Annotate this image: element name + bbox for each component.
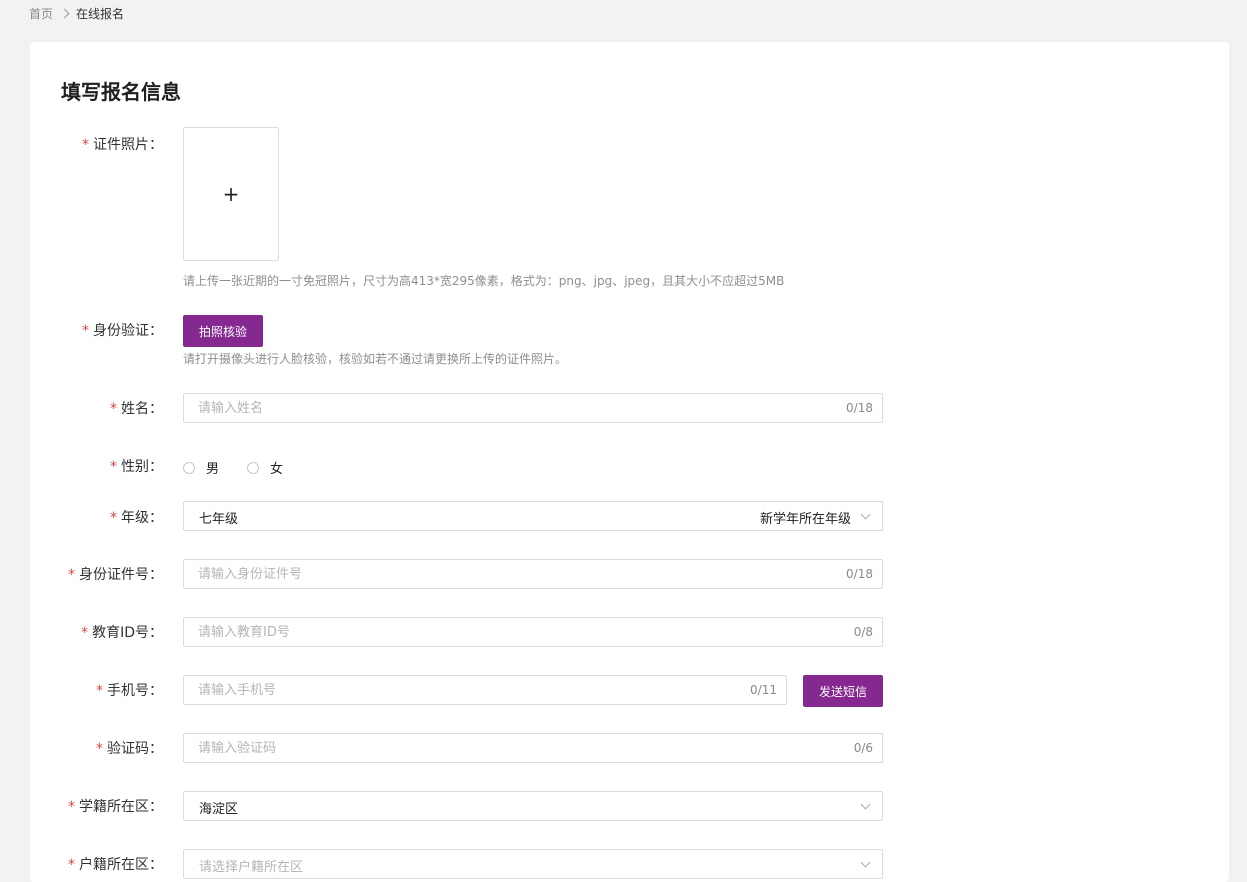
code-label: * 验证码： xyxy=(96,738,163,758)
gender-radio-group: 男 女 xyxy=(183,458,311,477)
photo-verify-button[interactable]: 拍照核验 xyxy=(183,315,263,347)
chevron-down-icon xyxy=(860,857,871,868)
edu-id-label: * 教育ID号： xyxy=(81,622,163,642)
send-sms-button[interactable]: 发送短信 xyxy=(803,675,883,707)
name-field: 0/18 xyxy=(183,393,883,423)
grade-select[interactable]: 七年级 新学年所在年级 xyxy=(183,501,883,531)
id-number-label: * 身份证件号： xyxy=(68,564,163,584)
photo-hint: 请上传一张近期的一寸免冠照片，尺寸为高413*宽295像素，格式为：png、jp… xyxy=(183,274,785,288)
form-card: 填写报名信息 * 证件照片： + 请上传一张近期的一寸免冠照片，尺寸为高413*宽… xyxy=(30,42,1229,882)
gender-option-label: 女 xyxy=(270,462,284,477)
radio-circle-icon xyxy=(183,461,195,474)
gender-label: * 性别： xyxy=(110,456,163,476)
chevron-right-icon xyxy=(59,8,70,18)
gender-option-label: 男 xyxy=(206,462,220,477)
required-mark: * xyxy=(82,323,89,339)
school-district-label-text: 学籍所在区： xyxy=(79,799,163,815)
identity-label-text: 身份验证： xyxy=(93,323,163,339)
edu-id-label-text: 教育ID号： xyxy=(92,625,163,641)
required-mark: * xyxy=(82,137,89,153)
id-number-label-text: 身份证件号： xyxy=(79,567,163,583)
name-label-text: 姓名： xyxy=(121,401,163,417)
required-mark: * xyxy=(96,741,103,757)
edu-id-field: 0/8 xyxy=(183,617,883,647)
code-input[interactable] xyxy=(198,734,816,762)
radio-circle-icon xyxy=(247,461,260,474)
name-input[interactable] xyxy=(198,394,816,422)
school-district-label: * 学籍所在区： xyxy=(68,796,163,816)
phone-field: 0/11 xyxy=(183,675,787,705)
identity-label: * 身份验证： xyxy=(82,320,163,340)
household-district-label: * 户籍所在区： xyxy=(68,854,163,874)
school-district-value: 海淀区 xyxy=(199,802,239,817)
edu-id-counter: 0/8 xyxy=(853,625,873,639)
school-district-select[interactable]: 海淀区 xyxy=(183,791,883,821)
required-mark: * xyxy=(110,401,117,417)
breadcrumb-current: 在线报名 xyxy=(76,6,125,21)
required-mark: * xyxy=(68,857,75,873)
photo-label-text: 证件照片： xyxy=(93,137,163,153)
id-number-input[interactable] xyxy=(198,560,816,588)
phone-label-text: 手机号： xyxy=(107,683,163,699)
chevron-down-icon xyxy=(860,799,871,810)
photo-label: * 证件照片： xyxy=(82,134,163,154)
id-number-counter: 0/18 xyxy=(846,567,873,581)
phone-label: * 手机号： xyxy=(96,680,163,700)
code-label-text: 验证码： xyxy=(107,741,163,757)
breadcrumb-home-link[interactable]: 首页 xyxy=(29,5,53,22)
household-district-select[interactable]: 请选择户籍所在区 xyxy=(183,849,883,879)
code-field: 0/6 xyxy=(183,733,883,763)
grade-value: 七年级 xyxy=(199,512,239,527)
household-district-placeholder: 请选择户籍所在区 xyxy=(199,860,304,875)
page-title: 填写报名信息 xyxy=(61,80,181,104)
required-mark: * xyxy=(96,683,103,699)
edu-id-input[interactable] xyxy=(198,618,816,646)
plus-icon: + xyxy=(222,182,240,206)
identity-hint: 请打开摄像头进行人脸核验，核验如若不通过请更换所上传的证件照片。 xyxy=(183,352,568,366)
required-mark: * xyxy=(68,567,75,583)
required-mark: * xyxy=(68,799,75,815)
required-mark: * xyxy=(110,510,117,526)
phone-input[interactable] xyxy=(198,676,720,704)
chevron-down-icon xyxy=(860,509,871,520)
photo-upload-box[interactable]: + xyxy=(183,127,279,261)
required-mark: * xyxy=(110,459,117,475)
grade-label-text: 年级： xyxy=(121,510,163,526)
grade-note: 新学年所在年级 xyxy=(759,512,851,527)
code-counter: 0/6 xyxy=(853,741,873,755)
name-counter: 0/18 xyxy=(846,401,873,415)
name-label: * 姓名： xyxy=(110,398,163,418)
breadcrumb: 首页 在线报名 xyxy=(29,4,124,22)
gender-option-female[interactable]: 女 xyxy=(247,458,283,477)
id-number-field: 0/18 xyxy=(183,559,883,589)
gender-label-text: 性别： xyxy=(121,459,163,475)
household-district-label-text: 户籍所在区： xyxy=(79,857,163,873)
grade-label: * 年级： xyxy=(110,507,163,527)
required-mark: * xyxy=(81,625,89,641)
gender-option-male[interactable]: 男 xyxy=(183,458,219,477)
phone-counter: 0/11 xyxy=(750,683,777,697)
